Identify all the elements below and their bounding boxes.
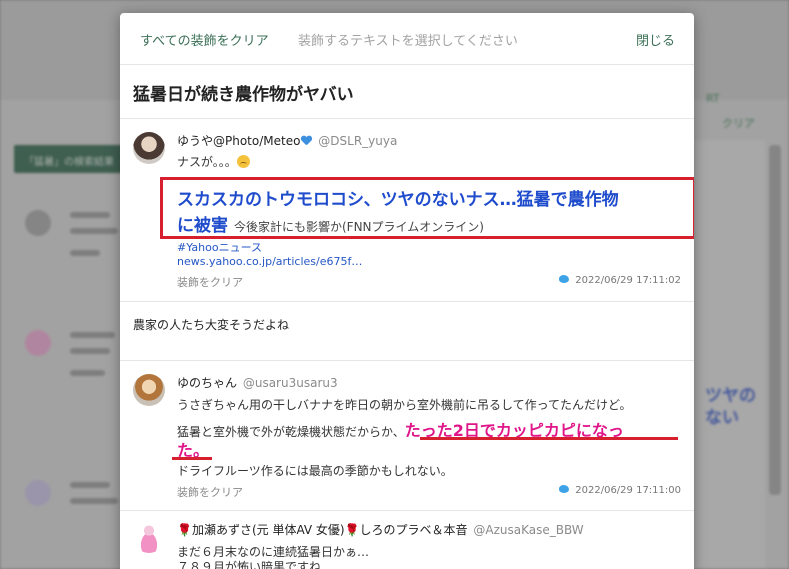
modal-header: すべての装飾をクリア 装飾するテキストを選択してください 閉じる [120, 13, 694, 65]
selection-hint: 装飾するテキストを選択してください [298, 34, 518, 49]
tweet-item: ゆのちゃん @usaru3usaru3 うさぎちゃん用の干しバナナを昨日の朝から… [120, 361, 694, 511]
user-name: ゆのちゃん @usaru3usaru3 [177, 376, 338, 390]
user-name: ゆうや@Photo/Meteo @DSLR_yuya [177, 134, 398, 148]
heart-icon [301, 136, 312, 146]
tweet-text[interactable]: ナスが。。。 [177, 153, 250, 170]
tweet-line[interactable]: ドライフルーツ作るには最高の季節かもしれない。 [177, 462, 453, 479]
tweet-item: ゆうや@Photo/Meteo @DSLR_yuya ナスが。。。 スカスカのト… [120, 119, 694, 302]
close-button[interactable]: 閉じる [636, 30, 675, 49]
sad-face-icon [236, 155, 250, 168]
decoration-modal: すべての装飾をクリア 装飾するテキストを選択してください 閉じる 猛暑日が続き農… [120, 13, 694, 569]
user-handle: @usaru3usaru3 [242, 376, 338, 390]
comment-item: 農家の人たち大変そうだよね [120, 302, 694, 361]
red-underline [172, 457, 212, 460]
article-link[interactable]: news.yahoo.co.jp/articles/e675f… [177, 255, 362, 268]
tweet-item: 🌹加瀬あずさ(元 単体AV 女優)🌹しろのプラベ＆本音 @AzusaKase_B… [120, 511, 694, 569]
user-handle: @AzusaKase_BBW [473, 523, 584, 537]
clear-all-decorations-button[interactable]: すべての装飾をクリア [140, 30, 269, 49]
clear-decoration-button[interactable]: 装飾をクリア [177, 274, 243, 290]
user-handle: @DSLR_yuya [318, 134, 398, 148]
hashtag-link[interactable]: #Yahooニュース [177, 239, 262, 255]
avatar [133, 374, 165, 406]
decorated-headline[interactable]: スカスカのトウモロコシ、ツヤのないナス…猛暑で農作物 [177, 185, 619, 210]
timestamp: 2022/06/29 17:11:00 [559, 485, 681, 496]
red-underline [420, 437, 678, 440]
timestamp: 2022/06/29 17:11:02 [559, 275, 681, 286]
decorated-headline-line2[interactable]: に被害 今後家計にも影響か(FNNプライムオンライン) [177, 211, 484, 236]
twitter-bird-icon [559, 485, 570, 493]
page-title: 猛暑日が続き農作物がヤバい [120, 65, 694, 119]
clear-decoration-button[interactable]: 装飾をクリア [177, 484, 243, 500]
twitter-bird-icon [559, 275, 570, 283]
avatar [133, 132, 165, 164]
tweet-line[interactable]: うさぎちゃん用の干しバナナを昨日の朝から室外機前に吊るして作ってたんだけど。 [177, 396, 631, 413]
user-name: 🌹加瀬あずさ(元 単体AV 女優)🌹しろのプラベ＆本音 @AzusaKase_B… [177, 523, 584, 537]
avatar [133, 521, 165, 553]
tweet-line[interactable]: ７８９月が怖い暗黒ですね [177, 558, 321, 569]
comment-text[interactable]: 農家の人たち大変そうだよね [133, 316, 289, 333]
